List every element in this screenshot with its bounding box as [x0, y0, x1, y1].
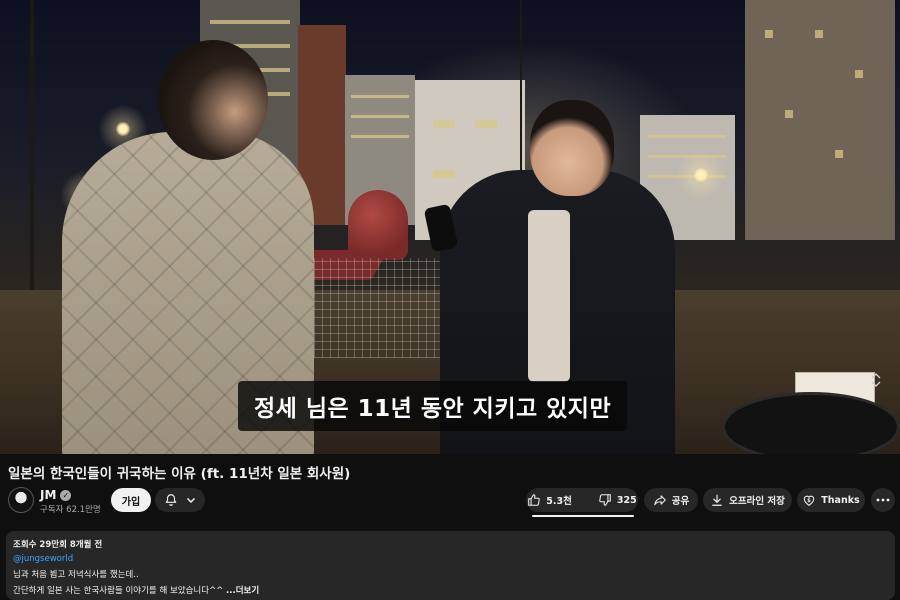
video-subtitle: 정세 님은 11년 동안 지키고 있지만 — [238, 381, 628, 431]
channel-name-row[interactable]: JM ✓ — [40, 488, 72, 502]
description-line-row: 간단하게 일본 사는 한국사람들 이야기를 해 보았습니다^^ ...더보기 — [13, 584, 888, 596]
offline-label: 오프라인 저장 — [729, 496, 785, 507]
person-right-head — [530, 100, 614, 196]
description-line: 님과 처음 뵙고 저녁식사를 했는데.. — [13, 570, 139, 580]
description-line: 간단하게 일본 사는 한국사람들 이야기를 해 보았습니다^^ — [13, 586, 224, 596]
share-label: 공유 — [671, 496, 690, 507]
dislike-count: 325 — [616, 494, 637, 506]
description-box[interactable]: 조회수 29만회 8개월 전 @jungseworld 님과 처음 뵙고 저녁식… — [6, 531, 895, 600]
subscriber-count: 구독자 62.1만명 — [40, 505, 101, 515]
like-dislike-group: 5.3천 325 — [526, 488, 638, 512]
person-left-head — [158, 40, 268, 160]
video-player[interactable]: 정세 님은 11년 동안 지키고 있지만 — [0, 0, 900, 454]
bell-icon — [164, 493, 178, 507]
dollar-heart-icon: $ — [802, 493, 816, 507]
download-icon — [710, 493, 724, 507]
thumbs-up-icon — [527, 493, 541, 507]
thumbs-down-icon — [598, 493, 612, 507]
share-button[interactable]: 공유 — [644, 488, 698, 512]
show-more-link[interactable]: ...더보기 — [226, 586, 259, 596]
like-count: 5.3천 — [546, 496, 572, 507]
channel-avatar[interactable] — [8, 487, 34, 513]
like-progress-bar — [532, 515, 634, 517]
fountain-basin — [722, 392, 900, 454]
dislike-button[interactable]: 325 — [590, 488, 645, 512]
like-button[interactable]: 5.3천 — [519, 488, 580, 512]
check-circle-icon: ✓ — [60, 489, 72, 501]
view-count-date: 조회수 29만회 8개월 전 — [13, 540, 103, 550]
person-right-shirt — [528, 210, 570, 382]
bare-tree — [30, 0, 34, 290]
join-button[interactable]: 가입 — [111, 488, 151, 512]
street-lamp — [676, 150, 726, 200]
street-lamp — [98, 104, 148, 154]
more-horizontal-icon — [876, 497, 890, 503]
subscribe-notification-button[interactable] — [155, 488, 205, 512]
expand-chevron-icon[interactable] — [870, 372, 884, 388]
offline-save-button[interactable]: 오프라인 저장 — [703, 488, 792, 512]
video-title: 일본의 한국인들이 귀국하는 이유 (ft. 11년차 일본 회사원) — [8, 466, 351, 482]
svg-text:$: $ — [807, 498, 811, 504]
octopus-playground — [348, 190, 408, 260]
thanks-button[interactable]: $ Thanks — [797, 488, 865, 512]
mention-link[interactable]: @jungseworld — [13, 554, 888, 564]
share-arrow-icon — [653, 493, 667, 507]
channel-name[interactable]: JM — [40, 488, 56, 502]
chevron-down-icon — [186, 495, 196, 505]
more-actions-button[interactable] — [871, 488, 895, 512]
thanks-label: Thanks — [821, 494, 860, 506]
building-right — [745, 0, 895, 240]
